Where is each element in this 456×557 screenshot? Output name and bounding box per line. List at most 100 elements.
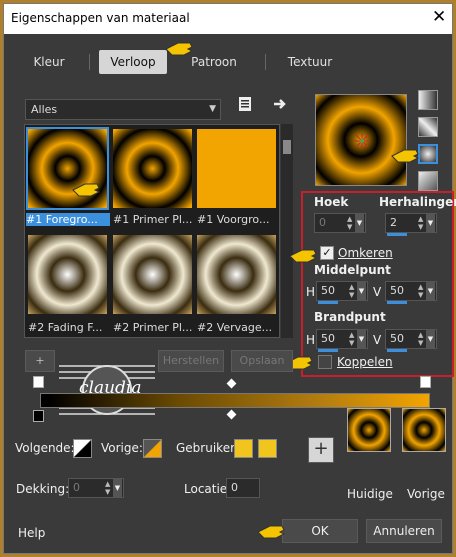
claudia-watermark-logo: claudia xyxy=(59,360,155,420)
gradient-thumb[interactable] xyxy=(197,129,276,208)
opacity-midpoint-marker[interactable] xyxy=(226,378,237,389)
middelpunt-label: Middelpunt xyxy=(314,263,391,277)
title-bar: Eigenschappen van materiaal ✕ xyxy=(4,4,452,34)
spin-arrows-icon[interactable]: ▲ ▼ xyxy=(349,283,357,299)
mp-v-label: V xyxy=(373,285,382,299)
tab-kleur[interactable]: Kleur xyxy=(19,50,79,74)
bp-h-label: H xyxy=(306,333,316,347)
current-gradient-swatch[interactable] xyxy=(347,408,391,452)
huidige-label: Huidige xyxy=(347,487,393,501)
user-color-swatch[interactable] xyxy=(234,439,253,458)
gallery-scrollbar[interactable] xyxy=(281,124,293,338)
middelpunt-v-spinbox[interactable]: 50 ▲ ▼ ▼ xyxy=(385,281,437,304)
color-midpoint-marker[interactable] xyxy=(226,409,237,420)
gradient-preview[interactable] xyxy=(315,94,407,186)
volgende-label: Volgende: xyxy=(15,441,75,455)
hoek-value: 0 xyxy=(319,216,326,229)
value-bar xyxy=(318,301,338,304)
bp-h-value: 50 xyxy=(321,332,335,345)
locatie-input[interactable]: 0 xyxy=(226,478,260,498)
omkeren-label[interactable]: Omkeren xyxy=(338,246,393,260)
hoek-spinbox[interactable]: 0 ▲ ▼ ▼ xyxy=(314,213,366,233)
cancel-button[interactable]: Annuleren xyxy=(366,519,442,543)
pointing-hand-icon xyxy=(257,525,286,539)
value-bar xyxy=(387,233,407,236)
spin-arrows-icon[interactable]: ▲ ▼ xyxy=(418,215,426,231)
chevron-down-icon[interactable]: ▼ xyxy=(355,214,364,232)
next-color-swatch[interactable] xyxy=(73,439,92,458)
radial-style-button[interactable] xyxy=(418,144,438,164)
spin-arrows-icon[interactable]: ▲ ▼ xyxy=(418,331,426,347)
tab-divider xyxy=(265,54,266,70)
close-icon[interactable]: ✕ xyxy=(432,7,446,27)
scroll-thumb[interactable] xyxy=(283,140,291,154)
gradient-label: #2 Fading F... xyxy=(28,321,103,334)
previous-gradient-swatch[interactable] xyxy=(402,408,446,452)
spin-arrows-icon[interactable]: ▲ ▼ xyxy=(418,283,426,299)
locatie-value: 0 xyxy=(231,481,238,494)
chevron-down-icon[interactable]: ▼ xyxy=(426,330,435,348)
gradient-label: #1 Foregro... xyxy=(26,213,110,226)
herhalingen-value: 2 xyxy=(390,216,397,229)
dekking-spinbox[interactable]: 0 ▲ ▼ ▼ xyxy=(68,478,124,498)
previous-color-swatch[interactable] xyxy=(143,439,162,458)
center-crosshair-icon[interactable] xyxy=(352,131,372,151)
gradient-label: #2 Vervage... xyxy=(197,321,273,334)
user-color-swatch[interactable] xyxy=(258,439,277,458)
chevron-down-icon: ▼ xyxy=(209,104,216,114)
gebruiker-label: Gebruiker: xyxy=(176,441,239,455)
mp-h-value: 50 xyxy=(321,284,335,297)
add-gradient-button[interactable]: + xyxy=(25,350,55,372)
category-dropdown[interactable]: Alles ▼ xyxy=(25,99,221,120)
gradient-thumb[interactable] xyxy=(28,235,107,314)
spin-arrows-icon[interactable]: ▲ ▼ xyxy=(105,480,113,496)
spin-arrows-icon[interactable]: ▲ ▼ xyxy=(347,215,355,231)
gradient-thumb[interactable] xyxy=(113,235,192,314)
gradient-thumb[interactable] xyxy=(113,129,192,208)
color-stop-marker[interactable] xyxy=(33,410,44,422)
koppelen-label[interactable]: Koppelen xyxy=(337,355,393,369)
chevron-down-icon[interactable]: ▼ xyxy=(357,282,366,300)
tab-divider xyxy=(89,54,90,70)
gradient-label: #2 Primer Pl... xyxy=(113,321,193,334)
ok-button[interactable]: OK xyxy=(282,519,358,543)
sunburst-style-button[interactable] xyxy=(418,171,438,191)
koppelen-checkbox[interactable] xyxy=(318,355,332,369)
omkeren-checkbox[interactable]: ✓ xyxy=(320,246,334,260)
bp-v-label: V xyxy=(373,333,382,347)
mp-h-label: H xyxy=(306,285,316,299)
file-list-icon[interactable] xyxy=(237,96,253,112)
linear-style-button[interactable] xyxy=(418,90,438,110)
color-stop-marker[interactable] xyxy=(420,376,431,388)
gradient-gallery: #1 Foregro... #1 Primer Pl... #1 Voorgro… xyxy=(24,124,280,338)
herhalingen-label: Herhalingen xyxy=(379,195,456,209)
window-title: Eigenschappen van materiaal xyxy=(11,11,190,25)
gradient-label: #1 Voorgro... xyxy=(197,213,270,226)
herstellen-button[interactable]: Herstellen xyxy=(158,350,224,372)
color-stop-marker[interactable] xyxy=(33,376,44,388)
brandpunt-label: Brandpunt xyxy=(314,310,386,324)
spin-arrows-icon[interactable]: ▲ ▼ xyxy=(349,331,357,347)
gradient-thumb[interactable] xyxy=(197,235,276,314)
chevron-down-icon[interactable]: ▼ xyxy=(113,479,122,497)
arrow-right-icon[interactable] xyxy=(273,97,287,111)
hoek-label: Hoek xyxy=(314,195,349,209)
chevron-down-icon[interactable]: ▼ xyxy=(357,330,366,348)
vorige2-label: Vorige xyxy=(407,487,445,501)
chevron-down-icon[interactable]: ▼ xyxy=(426,282,435,300)
add-user-color-button[interactable]: + xyxy=(308,437,334,463)
help-link[interactable]: Help xyxy=(18,526,45,540)
tab-verloop[interactable]: Verloop xyxy=(99,50,167,74)
pointing-hand-icon xyxy=(165,42,194,56)
brandpunt-h-spinbox[interactable]: 50 ▲ ▼ ▼ xyxy=(316,329,368,352)
category-selected: Alles xyxy=(31,103,58,116)
chevron-down-icon[interactable]: ▼ xyxy=(426,214,435,232)
vorige-label: Vorige: xyxy=(101,441,143,455)
tab-textuur[interactable]: Textuur xyxy=(275,50,345,74)
brandpunt-v-spinbox[interactable]: 50 ▲ ▼ ▼ xyxy=(385,329,437,352)
rectangular-style-button[interactable] xyxy=(418,117,438,137)
herhalingen-spinbox[interactable]: 2 ▲ ▼ ▼ xyxy=(385,213,437,236)
gradient-bar[interactable] xyxy=(40,393,430,408)
opslaan-button[interactable]: Opslaan xyxy=(231,350,293,372)
middelpunt-h-spinbox[interactable]: 50 ▲ ▼ ▼ xyxy=(316,281,368,304)
